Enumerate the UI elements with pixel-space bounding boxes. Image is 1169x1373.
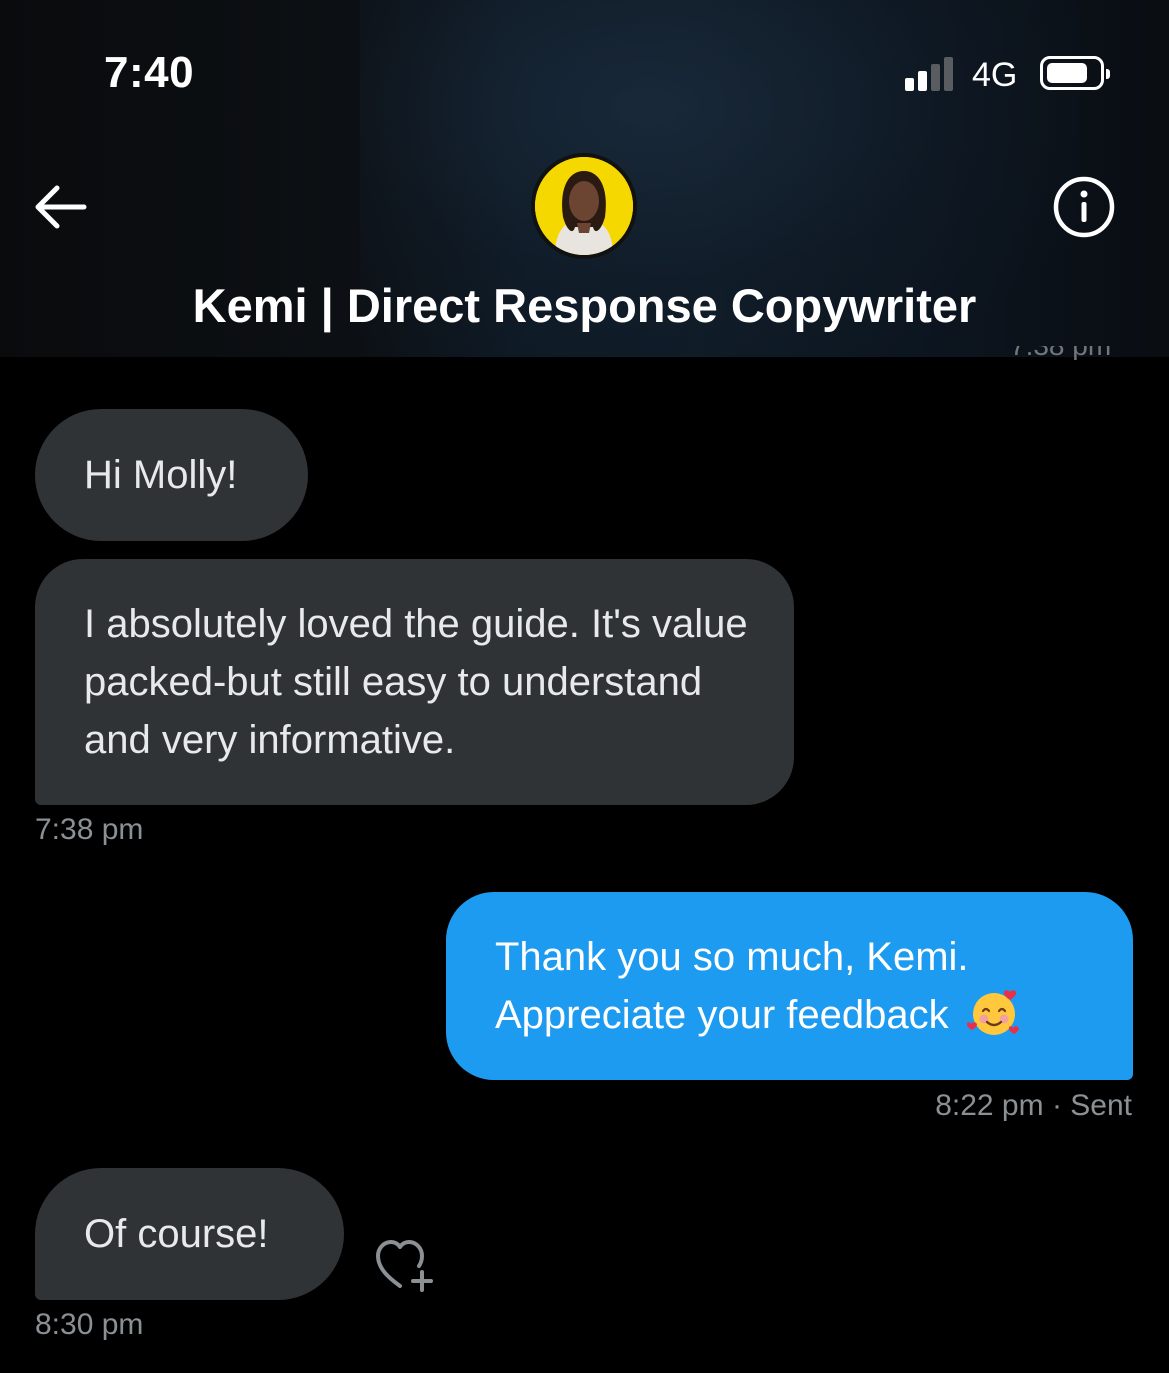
network-type: 4G: [972, 56, 1018, 94]
status-bar-time: 7:40: [104, 48, 195, 97]
delivery-status: Sent: [1070, 1089, 1132, 1122]
status-separator: ·: [1051, 1089, 1071, 1122]
conversation-header: 7:40 4G Kemi | Direct Response Copywrite…: [0, 0, 1169, 357]
info-circle-icon: [1053, 176, 1115, 238]
message-status: 8:22 pm · Sent: [935, 1089, 1132, 1123]
avatar-photo: [535, 157, 633, 255]
message-text: Hi Molly!: [84, 453, 238, 497]
smiling-face-with-hearts-icon: [966, 990, 1019, 1035]
contact-avatar[interactable]: [531, 153, 637, 259]
message-bubble-outgoing[interactable]: Thank you so much, Kemi. Appreciate your…: [446, 892, 1133, 1080]
message-bubble-incoming[interactable]: Hi Molly!: [35, 409, 308, 541]
message-bubble-incoming[interactable]: Of course!: [35, 1168, 344, 1300]
heart-plus-icon: [376, 1240, 433, 1292]
contact-name[interactable]: Kemi | Direct Response Copywriter: [0, 278, 1169, 333]
add-reaction-button[interactable]: [372, 1236, 438, 1294]
back-button[interactable]: [30, 180, 90, 234]
message-timestamp: 7:38 pm: [35, 813, 144, 846]
conversation-info-button[interactable]: [1052, 175, 1116, 239]
message-timestamp: 8:22 pm: [935, 1089, 1044, 1122]
message-text: I absolutely loved the guide. It's value…: [84, 602, 748, 762]
message-timestamp: 8:30 pm: [35, 1308, 144, 1341]
arrow-left-icon: [35, 185, 87, 229]
clipped-timestamp: 7:38 pm: [1010, 346, 1111, 360]
message-text: Of course!: [84, 1212, 269, 1256]
message-bubble-incoming[interactable]: I absolutely loved the guide. It's value…: [35, 559, 794, 805]
cellular-signal-icon: [905, 57, 957, 91]
battery-icon: [1040, 56, 1110, 90]
message-text: Thank you so much, Kemi. Appreciate your…: [495, 935, 969, 1037]
